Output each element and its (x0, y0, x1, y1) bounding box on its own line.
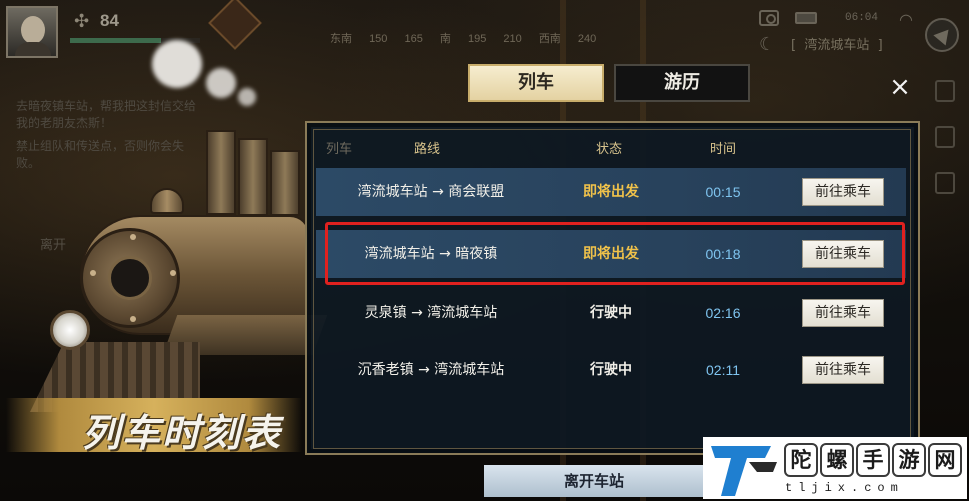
avatar-body (15, 42, 51, 56)
smokestack (206, 130, 236, 215)
compass-mark: 210 (503, 33, 522, 45)
clock: 06:04 (845, 12, 879, 24)
page-title: 列车时刻表 (82, 410, 283, 455)
smokebox-door (108, 256, 152, 300)
header-train: 列车 (326, 142, 353, 157)
player-level: 84 (100, 11, 119, 30)
smokestack (270, 150, 300, 216)
board-train-button[interactable]: 前往乘车 (802, 299, 884, 327)
rivet (90, 270, 96, 276)
smokestack (238, 138, 268, 216)
row-highlight-box (325, 222, 905, 285)
compass-mark: 240 (577, 33, 597, 45)
compass-mark: 165 (404, 33, 423, 45)
watermark-domain: tljix.com (785, 481, 904, 495)
tab-train[interactable]: 列车 (468, 64, 604, 102)
scroll-icon[interactable] (935, 172, 955, 194)
header-time: 时间 (710, 142, 737, 157)
compass-mark: 西南 (538, 33, 561, 45)
compass-mark: 南 (439, 33, 451, 45)
table-row: 沉香老镇 → 湾流城车站 行驶中 02:11 前往乘车 (316, 346, 906, 394)
side-toolbar (930, 80, 960, 218)
time-cell: 00:15 (705, 184, 741, 200)
clipboard-icon[interactable] (935, 80, 955, 102)
close-button[interactable]: × (886, 74, 914, 102)
status-cell: 行驶中 (590, 305, 632, 321)
watermark-char: 手 (856, 443, 890, 477)
rivet (130, 234, 136, 240)
board-train-button[interactable]: 前往乘车 (802, 356, 884, 384)
compass-strip: 东南 150 165 南 195 210 西南 240 (330, 30, 620, 46)
hp-bar-fill (70, 38, 161, 43)
compass-mark: 150 (369, 33, 388, 45)
box-icon[interactable] (935, 126, 955, 148)
watermark-char: 游 (892, 443, 926, 477)
watermark-brand: 陀 螺 手 游 网 (784, 443, 964, 479)
compass-mark: 东南 (330, 33, 352, 45)
route-cell: 灵泉镇 → 湾流城车站 (364, 305, 498, 321)
status-hud: 06:04 ◠ ☾ [ 湾流城车站 ] (759, 0, 969, 60)
route-cell: 湾流城车站 → 商会联盟 (357, 184, 505, 200)
leave-station-button[interactable]: 离开车站 (484, 465, 704, 497)
watermark-char: 螺 (820, 443, 854, 477)
board-train-button[interactable]: 前往乘车 (802, 178, 884, 206)
player-avatar[interactable] (6, 6, 58, 58)
table-header: 列车 路线 状态 时间 (314, 130, 910, 164)
headlamp (50, 310, 90, 350)
location-bracket-open: [ (791, 38, 797, 53)
time-cell: 02:11 (706, 362, 740, 378)
watermark-char: 陀 (784, 443, 818, 477)
route-cell: 沉香老镇 → 湾流城车站 (357, 362, 505, 378)
compass-button[interactable] (925, 18, 959, 52)
battery-icon (795, 12, 817, 24)
level-icon: ✣ (74, 11, 90, 32)
smoke-puff (238, 88, 256, 106)
current-location: [ 湾流城车站 ] (791, 34, 883, 53)
smoke-puff (152, 40, 202, 88)
header-route: 路线 (414, 142, 441, 157)
status-cell: 即将出发 (583, 184, 639, 200)
wifi-icon: ◠ (899, 10, 913, 29)
rivet (170, 270, 176, 276)
smoke-puff (206, 68, 236, 98)
table-row: 湾流城车站 → 商会联盟 即将出发 00:15 前往乘车 (316, 168, 906, 216)
location-name: 湾流城车站 (804, 38, 870, 53)
moon-icon: ☾ (759, 34, 776, 55)
watermark-logo-icon (711, 446, 777, 496)
watermark-char: 网 (928, 443, 962, 477)
status-cell: 行驶中 (590, 362, 632, 378)
avatar-face (21, 16, 45, 44)
rivet (130, 316, 136, 322)
tab-journey[interactable]: 游历 (614, 64, 750, 102)
table-row: 灵泉镇 → 湾流城车站 行驶中 02:16 前往乘车 (316, 289, 906, 337)
steam-dome (150, 188, 184, 214)
header-status: 状态 (596, 142, 623, 157)
time-cell: 02:16 (705, 305, 741, 321)
camera-icon[interactable] (759, 10, 779, 26)
compass-mark: 195 (467, 33, 487, 45)
location-bracket-close: ] (877, 38, 883, 53)
